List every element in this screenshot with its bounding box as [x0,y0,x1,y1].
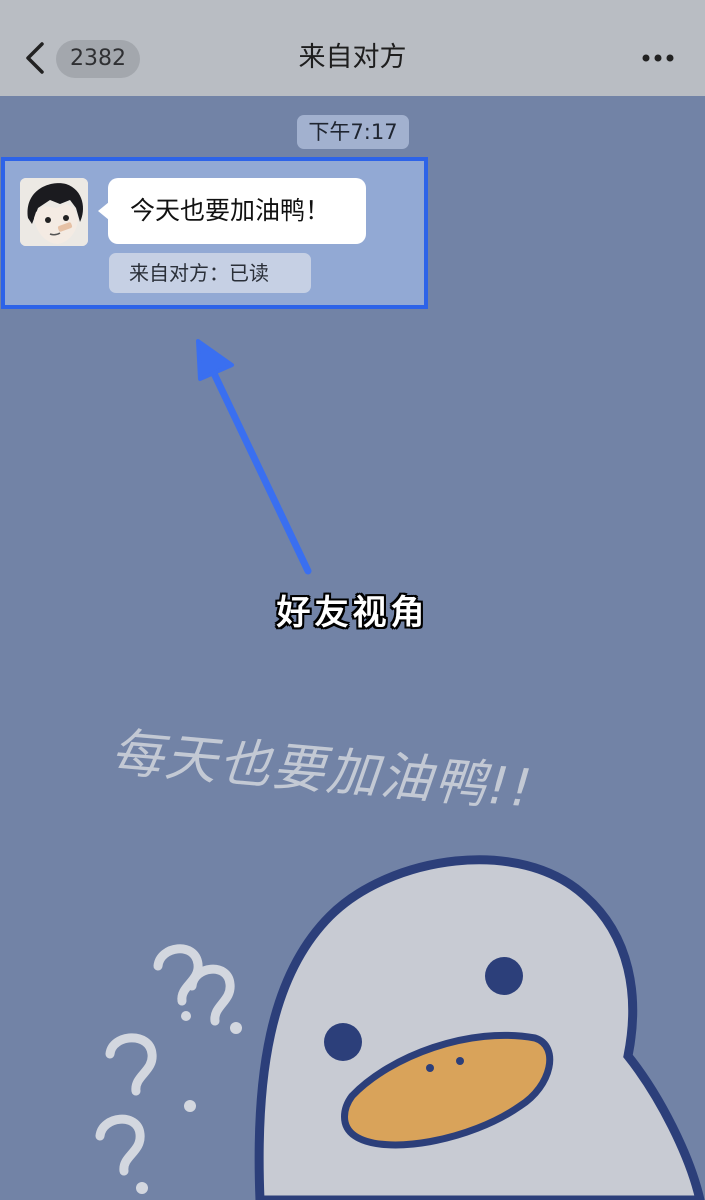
read-status-label: 来自对方：已读 [109,253,311,293]
annotation-arrow-icon [196,339,312,575]
chat-header: 2382 来自对方 [0,0,705,96]
avatar-illustration [20,178,88,246]
chevron-left-icon[interactable] [22,40,52,76]
annotation-caption: 好友视角 [276,593,429,633]
duck-body [254,855,705,1200]
avatar[interactable] [20,178,88,246]
more-dots-icon[interactable] [640,48,676,68]
unread-count-badge[interactable]: 2382 [56,40,140,78]
message-bubble[interactable]: 今天也要加油鸭！ [108,178,366,244]
duck-eye-left [324,1023,362,1061]
message-timestamp: 下午7:17 [297,115,409,149]
duck-eye-right [485,957,523,995]
